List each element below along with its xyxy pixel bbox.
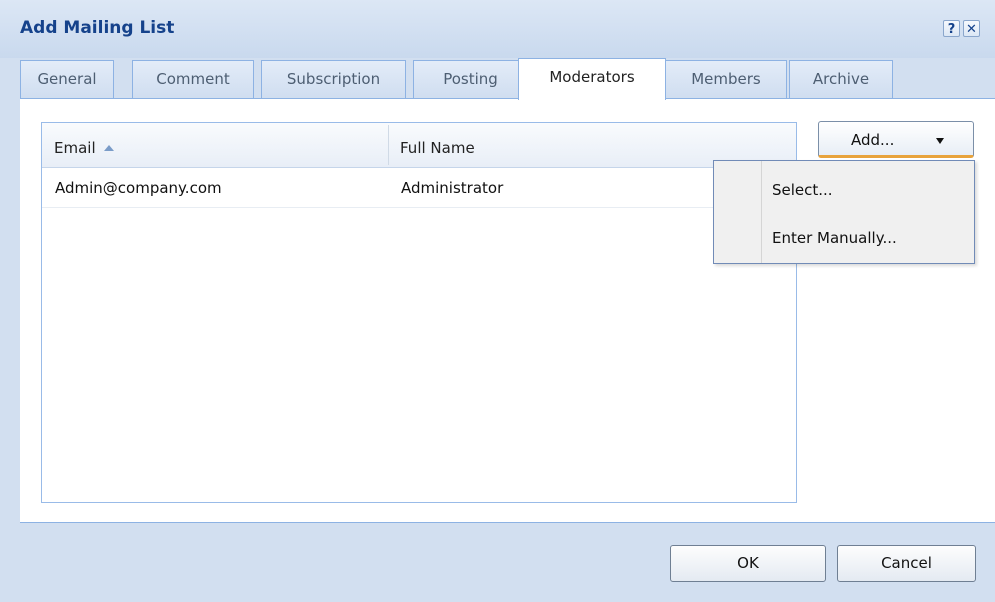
tab-subscription[interactable]: Subscription (261, 60, 406, 99)
grid-header: Email Full Name (42, 123, 796, 168)
tab-moderators[interactable]: Moderators (518, 58, 666, 100)
close-icon[interactable]: ✕ (963, 20, 980, 37)
title-bar: Add Mailing List ? ✕ (0, 0, 995, 58)
add-mailing-list-dialog: Add Mailing List ? ✕ General Comment Sub… (0, 0, 995, 602)
dialog-title: Add Mailing List (20, 18, 175, 38)
cancel-button[interactable]: Cancel (837, 545, 976, 582)
tab-posting[interactable]: Posting (413, 60, 528, 99)
tab-general[interactable]: General (20, 60, 114, 99)
sort-ascending-icon (103, 145, 114, 151)
tab-strip: General Comment Subscription Posting Mod… (20, 58, 995, 100)
menu-icon-gutter (761, 161, 762, 263)
menu-item-select[interactable]: Select... (772, 181, 833, 199)
add-dropdown-menu: Select... Enter Manually... (713, 160, 975, 264)
cell-email: Admin@company.com (55, 179, 222, 197)
menu-item-enter-manually[interactable]: Enter Manually... (772, 229, 897, 247)
column-label-email: Email (54, 139, 96, 157)
add-button-label: Add... (851, 131, 895, 149)
column-header-full-name[interactable]: Full Name (400, 123, 475, 167)
add-dropdown-button[interactable]: Add... (818, 121, 974, 158)
tab-comment[interactable]: Comment (132, 60, 254, 99)
help-icon[interactable]: ? (943, 20, 960, 37)
column-header-email[interactable]: Email (54, 123, 114, 167)
tab-members[interactable]: Members (665, 60, 787, 99)
tab-archive[interactable]: Archive (789, 60, 893, 99)
chevron-down-icon (936, 138, 944, 144)
column-divider[interactable] (388, 125, 389, 165)
table-row[interactable]: Admin@company.com Administrator (42, 168, 796, 208)
moderators-grid: Email Full Name Admin@company.com Admini… (41, 122, 797, 503)
ok-button[interactable]: OK (670, 545, 826, 582)
cell-full-name: Administrator (401, 179, 504, 197)
